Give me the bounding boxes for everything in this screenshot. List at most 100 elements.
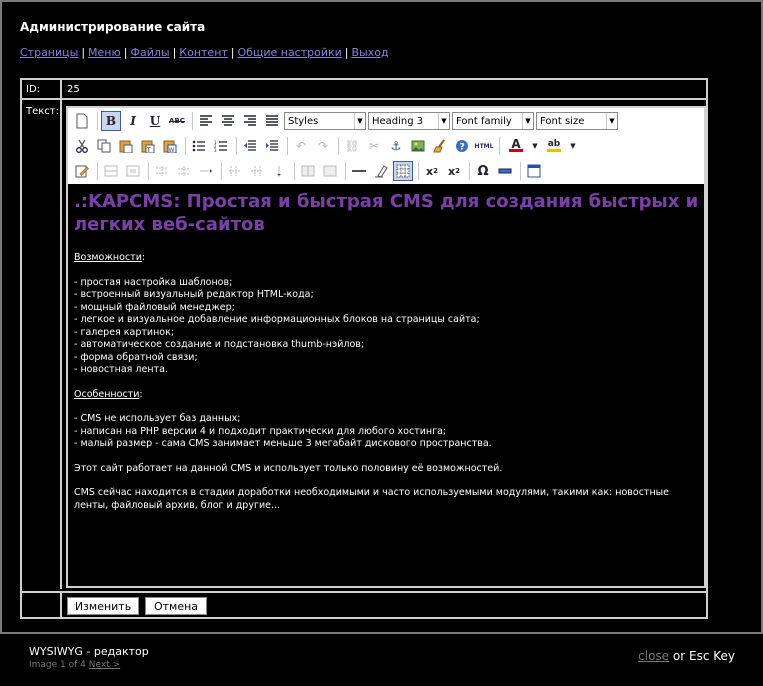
strikethrough-icon[interactable]: ABC (167, 111, 187, 131)
content-paragraph-1: Этот сайт работает на данной CMS и испол… (74, 462, 503, 474)
indent-icon[interactable] (262, 136, 282, 156)
numbered-list-icon[interactable]: 123 (211, 136, 231, 156)
cleanup-icon[interactable] (430, 136, 450, 156)
html-source-icon[interactable]: HTML (474, 136, 494, 156)
wysiwyg-editor: B I U ABC Styles ▼ Heading 3 ▼ Font family… (66, 106, 706, 588)
cut-icon[interactable] (72, 136, 92, 156)
nav-settings[interactable]: Общие настройки (238, 46, 342, 59)
anchor-icon[interactable]: ⚓ (386, 136, 406, 156)
table-cell-props-icon[interactable] (123, 161, 143, 181)
list-item: - встроенный визуальный редактор HTML-ко… (74, 289, 314, 300)
paste-text-icon[interactable]: T (138, 136, 158, 156)
special-char-icon[interactable]: Ω (473, 161, 493, 181)
copy-icon[interactable] (94, 136, 114, 156)
horizontal-rule-icon[interactable] (349, 161, 369, 181)
background-color-dropdown[interactable]: ▼ (569, 136, 577, 156)
nav-files[interactable]: Файлы (130, 46, 169, 59)
paste-icon[interactable] (116, 136, 136, 156)
media-icon[interactable] (495, 161, 515, 181)
fullscreen-icon[interactable] (524, 161, 544, 181)
superscript-icon[interactable]: x2 (444, 161, 464, 181)
text-color-dropdown[interactable]: ▼ (531, 136, 539, 156)
format-select[interactable]: Heading 3 ▼ (368, 112, 450, 130)
text-color-letter: A (511, 137, 521, 151)
text-label-cell (22, 100, 62, 589)
align-right-icon[interactable] (240, 111, 260, 131)
background-color-icon[interactable]: ab (541, 136, 567, 156)
list-item: - малый размер - сама CMS занимает меньш… (74, 438, 492, 449)
new-document-icon[interactable] (72, 111, 92, 131)
styles-select[interactable]: Styles ▼ (284, 112, 366, 130)
screenshot-frame: Администрирование сайта Страницы | Меню | Фа… (0, 0, 763, 634)
edit-form: ID: 25 Текст: B I U ABC Styles ▼ Heading… (20, 78, 708, 619)
link-icon[interactable]: ⛓ (342, 136, 362, 156)
bg-color-swatch (547, 149, 561, 152)
editor-content-area[interactable]: .:KAPCMS: Простая и быстрая CMS для созд… (74, 190, 700, 524)
cancel-button[interactable]: Отмена (145, 597, 207, 615)
visual-aid-icon[interactable] (393, 161, 413, 181)
align-center-icon[interactable] (218, 111, 238, 131)
nav-logout[interactable]: Выход (352, 46, 389, 59)
svg-text:?: ? (460, 143, 465, 153)
nav-menu[interactable]: Меню (88, 46, 121, 59)
undo-icon[interactable]: ↶ (291, 136, 311, 156)
content-heading: .:KAPCMS: Простая и быстрая CMS для созд… (74, 191, 699, 235)
insert-col-before-icon[interactable] (225, 161, 245, 181)
save-button[interactable]: Изменить (67, 597, 139, 615)
paste-word-icon[interactable]: W (160, 136, 180, 156)
svg-text:T: T (146, 147, 151, 153)
nav-content[interactable]: Контент (179, 46, 228, 59)
split-cells-icon[interactable] (298, 161, 318, 181)
font-size-select[interactable]: Font size ▼ (536, 112, 618, 130)
toolbar-row-1: B I U ABC Styles ▼ Heading 3 ▼ Font family… (72, 109, 620, 133)
nav-separator: | (172, 46, 177, 59)
nav-separator: | (81, 46, 86, 59)
merge-cells-icon[interactable] (320, 161, 340, 181)
list-item: - мощный файловый менеджер; (74, 301, 235, 313)
delete-col-icon[interactable] (269, 161, 289, 181)
italic-icon[interactable]: I (123, 111, 143, 131)
content-paragraph-2: CMS сейчас находится в стадии доработки … (74, 487, 670, 511)
font-family-value: Font family (456, 115, 512, 127)
specifics-list: - CMS не использует баз данных; - написа… (74, 413, 700, 451)
align-left-icon[interactable] (196, 111, 216, 131)
outdent-icon[interactable] (240, 136, 260, 156)
editor-toolbar: B I U ABC Styles ▼ Heading 3 ▼ Font family… (68, 108, 704, 184)
buttons-row: Изменить Отмена (22, 591, 706, 617)
list-item: - CMS не использует баз данных; (74, 413, 241, 424)
insert-row-after-icon[interactable] (174, 161, 194, 181)
list-item: - форма обратной связи; (74, 351, 198, 363)
text-color-icon[interactable]: A (503, 136, 529, 156)
nav-separator: | (344, 46, 349, 59)
table-row-props-icon[interactable] (101, 161, 121, 181)
redo-icon[interactable]: ↷ (313, 136, 333, 156)
nav-pages[interactable]: Страницы (20, 46, 78, 59)
font-family-select[interactable]: Font family ▼ (452, 112, 534, 130)
insert-col-after-icon[interactable] (247, 161, 267, 181)
close-link[interactable]: close (638, 649, 669, 663)
underline-icon[interactable]: U (145, 111, 165, 131)
chevron-down-icon: ▼ (438, 113, 449, 129)
toolbar-row-3: x2 x2 Ω (72, 159, 546, 183)
delete-row-icon[interactable] (196, 161, 216, 181)
align-justify-icon[interactable] (262, 111, 282, 131)
next-link[interactable]: Next > (89, 660, 120, 670)
list-item: - легкое и визуальное добавление информа… (74, 314, 480, 325)
text-color-swatch (509, 149, 523, 152)
id-row: ID: 25 (22, 80, 706, 100)
lightbox-counter: Image 1 of 4 Next > (29, 660, 120, 670)
list-item: - новостная лента. (74, 364, 168, 375)
bold-icon[interactable]: B (101, 111, 121, 131)
insert-row-before-icon[interactable] (152, 161, 172, 181)
image-icon[interactable] (408, 136, 428, 156)
site-title: Администрирование сайта (20, 20, 206, 34)
unlink-icon[interactable]: ✂ (364, 136, 384, 156)
features-title: Возможности (74, 252, 142, 263)
bullet-list-icon[interactable] (189, 136, 209, 156)
help-icon[interactable]: ? (452, 136, 472, 156)
edit-css-icon[interactable] (72, 161, 92, 181)
subscript-icon[interactable]: x2 (422, 161, 442, 181)
remove-format-icon[interactable] (371, 161, 391, 181)
format-select-value: Heading 3 (372, 115, 424, 127)
buttons-label-cell (22, 593, 62, 617)
